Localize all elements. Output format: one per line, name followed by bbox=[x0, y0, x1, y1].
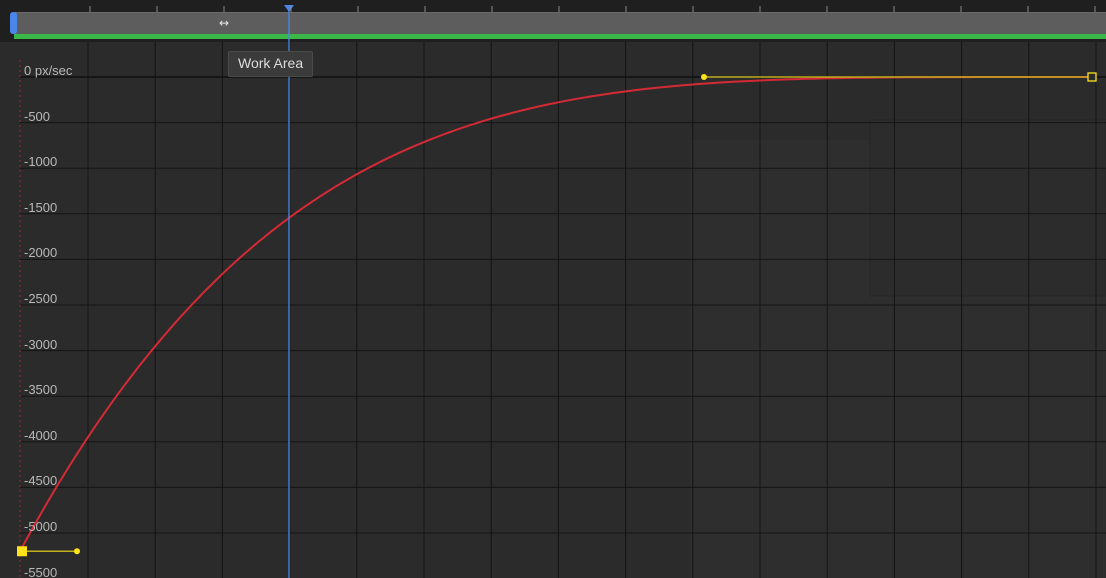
axis-label: -4000 bbox=[24, 427, 58, 443]
keyframe-start[interactable] bbox=[17, 546, 27, 557]
axis-label: -500 bbox=[24, 108, 51, 124]
axis-label: -1000 bbox=[24, 154, 58, 170]
axis-label: -2500 bbox=[24, 291, 58, 306]
axis-label: -5000 bbox=[24, 519, 58, 534]
axis-label: -2000 bbox=[24, 245, 58, 261]
keyframe-end[interactable] bbox=[1087, 72, 1097, 82]
graph-editor[interactable]: ↔ 0 px/sec -500 -1000 -1500 -2000 -2500 -3000-… bbox=[0, 0, 1106, 578]
work-area-tooltip: Work Area bbox=[228, 51, 314, 77]
axis-label: -4500 bbox=[24, 473, 58, 489]
axis-label: -5500 bbox=[24, 564, 58, 578]
axis-label: 0 px/sec bbox=[24, 63, 73, 78]
axis-label: -1500 bbox=[24, 199, 58, 215]
bezier-handle-point[interactable] bbox=[701, 74, 707, 80]
bezier-handle-point[interactable] bbox=[74, 548, 80, 555]
graph-canvas[interactable] bbox=[0, 0, 1106, 578]
axis-label: -3500 bbox=[24, 382, 58, 398]
axis-label: -3000 bbox=[24, 336, 58, 352]
graph-background-region bbox=[869, 119, 1106, 297]
